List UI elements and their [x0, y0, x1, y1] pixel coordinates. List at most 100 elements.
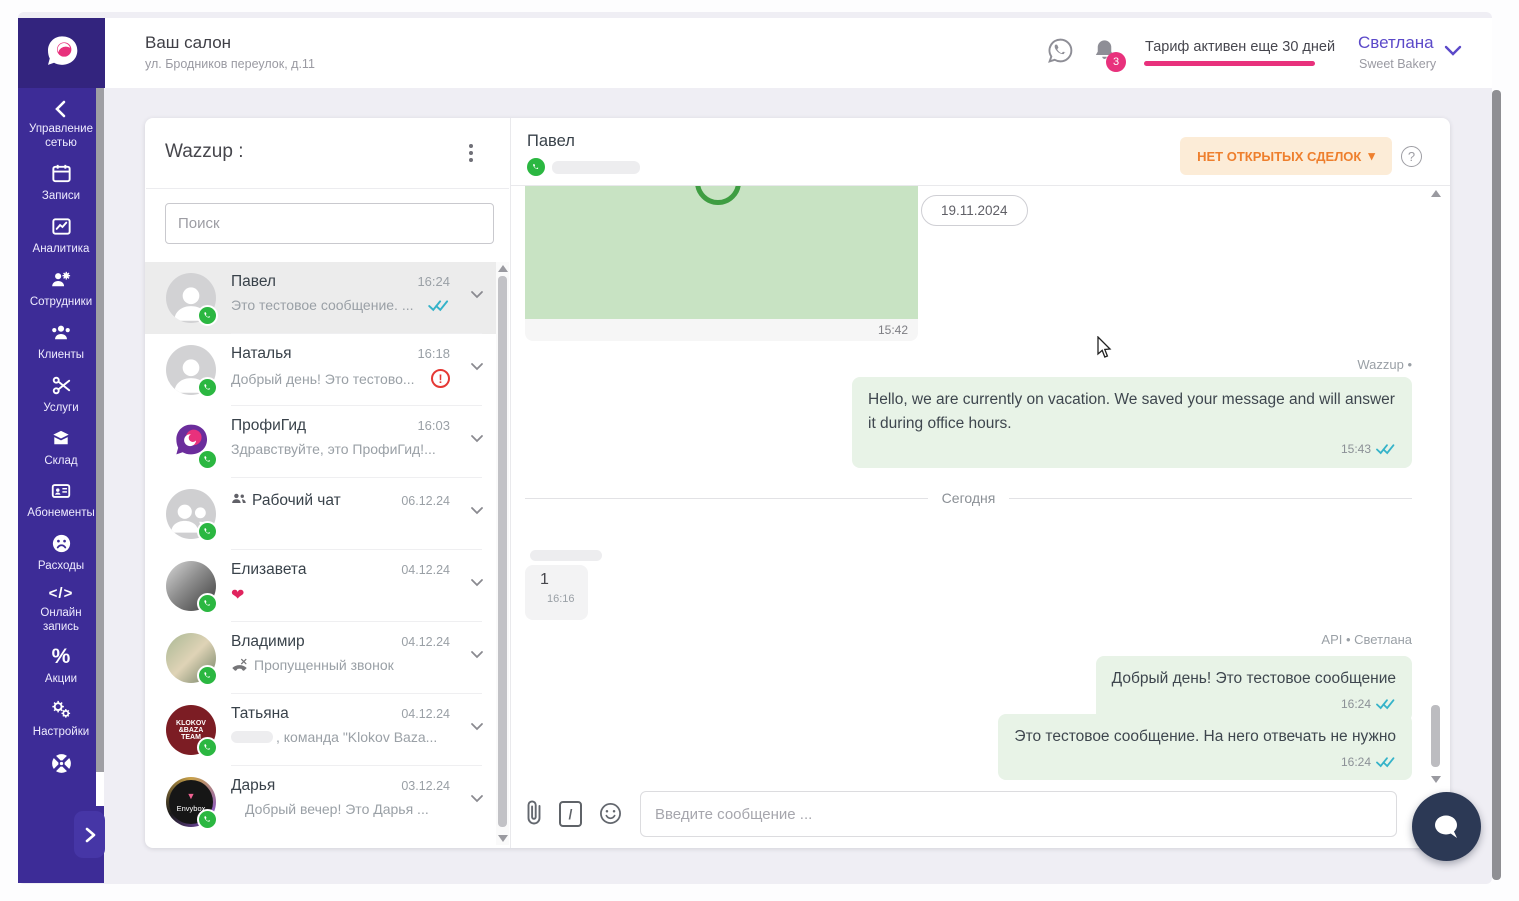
message-text: Это тестовое сообщение. На него отвечать…: [1014, 725, 1396, 749]
app-window: Ваш салон ул. Бродников переулок, д.11 3…: [0, 0, 1519, 901]
read-check-icon: [1376, 443, 1396, 455]
sidebar-item-promotions[interactable]: % Акции: [19, 646, 103, 686]
today-divider: Сегодня: [525, 490, 1412, 506]
sidebar-item-network[interactable]: Управление сетью: [19, 100, 103, 150]
card-icon: [49, 480, 73, 502]
whatsapp-channel-icon: [197, 665, 218, 686]
chat-list-item-darya[interactable]: ▼ Envybox Дарья03.12.24 Добрый вечер! Эт…: [145, 766, 496, 838]
salon-name: Ваш салон: [145, 33, 231, 53]
read-check-icon: [1376, 698, 1396, 710]
chevron-down-icon[interactable]: [470, 650, 484, 659]
chat-list-item-elizaveta[interactable]: Елизавета04.12.24 ❤: [145, 550, 496, 622]
chevron-down-icon[interactable]: [470, 794, 484, 803]
chevron-down-icon[interactable]: [470, 578, 484, 587]
chevron-down-icon[interactable]: [470, 290, 484, 299]
outgoing-message[interactable]: Это тестовое сообщение. На него отвечать…: [998, 714, 1412, 780]
chat-list-item-vladimir[interactable]: Владимир04.12.24 Пропущенный звонок: [145, 622, 496, 694]
message-time: 15:42: [878, 323, 908, 337]
chat-list-item-profigid[interactable]: ПрофиГид16:03 Здравствуйте, это ПрофиГид…: [145, 406, 496, 478]
read-check-icon: [428, 299, 450, 312]
outgoing-message[interactable]: Добрый день! Это тестовое сообщение 16:2…: [1096, 656, 1412, 722]
sidebar-item-records[interactable]: Записи: [19, 162, 103, 203]
redacted-text: [231, 731, 273, 743]
tariff-progress-bar: [1144, 61, 1315, 66]
chat-list-menu-button[interactable]: [462, 142, 480, 164]
search-input[interactable]: [165, 203, 494, 244]
message-time: 16:16: [547, 593, 588, 605]
page-scrollbar[interactable]: [1492, 90, 1501, 880]
message-input[interactable]: [640, 791, 1397, 837]
scroll-up-arrow[interactable]: [1431, 190, 1441, 197]
attach-file-icon[interactable]: [523, 799, 545, 827]
attachment-label: 1: [540, 571, 588, 589]
messages-scrollbar-thumb[interactable]: [1431, 705, 1440, 767]
support-chat-button[interactable]: [1412, 792, 1481, 861]
whatsapp-channel-icon: [197, 593, 218, 614]
sidebar-nav: Управление сетью Записи Аналитика Сотруд…: [18, 88, 104, 883]
image-preview: [525, 186, 918, 319]
integration-title: Wazzup :: [165, 141, 244, 163]
box-icon: [49, 427, 73, 450]
sidebar-item-settings[interactable]: Настройки: [19, 698, 103, 739]
message-time: 15:43: [1341, 437, 1371, 461]
sidebar-item-analytics[interactable]: Аналитика: [19, 215, 103, 256]
app-logo[interactable]: [18, 18, 105, 88]
read-check-icon: [1376, 756, 1396, 768]
user-name[interactable]: Светлана: [1358, 33, 1434, 53]
whatsapp-channel-icon: [197, 305, 218, 326]
message-time: 16:24: [1341, 692, 1371, 716]
missed-call-icon: [231, 658, 248, 672]
sidebar-item-expenses[interactable]: Расходы: [19, 532, 103, 573]
sidebar-item-memberships[interactable]: Абонементы: [19, 480, 103, 520]
whatsapp-icon[interactable]: [1046, 36, 1075, 65]
heart-emoji: ❤: [231, 585, 450, 605]
scroll-down-arrow[interactable]: [1431, 776, 1441, 783]
scroll-down-arrow[interactable]: [498, 835, 508, 842]
calendar-icon: [50, 162, 73, 185]
message-text: Hello, we are currently on vacation. We …: [868, 388, 1396, 436]
chat-list-item-tatyana[interactable]: KLOKOV &BAZA TEAM Татьяна04.12.24 , кома…: [145, 694, 496, 766]
mouse-cursor: [1096, 336, 1113, 360]
chevron-down-icon[interactable]: [470, 362, 484, 371]
sidebar-scrollbar-thumb[interactable]: [96, 88, 104, 772]
whatsapp-channel-icon: [197, 449, 218, 470]
user-menu-chevron-icon[interactable]: [1443, 44, 1463, 58]
message-text: Добрый день! Это тестовое сообщение: [1112, 667, 1396, 691]
whatsapp-channel-icon: [197, 377, 218, 398]
clients-icon: [49, 321, 73, 344]
sidebar-expand-button[interactable]: [74, 811, 105, 858]
chevron-down-icon[interactable]: [470, 722, 484, 731]
panel-divider: [510, 118, 511, 848]
chat-list-item-pavel[interactable]: Павел16:24 Это тестовое сообщение. ...: [145, 262, 496, 334]
send-error-icon: !: [431, 369, 450, 388]
image-message[interactable]: 15:42: [525, 186, 918, 341]
messages-scrollbar[interactable]: [1429, 188, 1442, 785]
salon-address: ул. Бродников переулок, д.11: [145, 57, 315, 71]
group-chat-icon: [231, 492, 247, 505]
redacted-caption: [530, 550, 602, 561]
date-chip: 19.11.2024: [921, 195, 1028, 226]
scissors-icon: [50, 374, 73, 397]
gears-icon: [49, 698, 73, 721]
chat-list-item-natalya[interactable]: Наталья16:18 Добрый день! Это тестово...…: [145, 334, 496, 406]
chat-list-scrollbar-thumb[interactable]: [498, 276, 507, 827]
sidebar-item-staff[interactable]: Сотрудники: [19, 268, 103, 309]
template-message-icon[interactable]: /: [559, 801, 582, 827]
chevron-down-icon[interactable]: [470, 506, 484, 515]
deals-dropdown-button[interactable]: НЕТ ОТКРЫТЫХ СДЕЛОК ▾: [1180, 137, 1392, 175]
scroll-up-arrow[interactable]: [498, 265, 508, 272]
sidebar-item-warehouse[interactable]: Склад: [19, 427, 103, 468]
sidebar-item-services[interactable]: Услуги: [19, 374, 103, 415]
message-time: 16:24: [1341, 750, 1371, 774]
sidebar-item-support[interactable]: [19, 751, 103, 776]
message-sender-label: Wazzup •: [1305, 357, 1412, 372]
chevron-down-icon[interactable]: [470, 434, 484, 443]
emoji-icon[interactable]: [598, 801, 623, 826]
chat-list-item-work-chat[interactable]: Рабочий чат06.12.24: [145, 478, 496, 550]
outgoing-message[interactable]: Hello, we are currently on vacation. We …: [852, 377, 1412, 468]
attachment-message[interactable]: 1 16:16: [525, 565, 588, 620]
notification-badge[interactable]: 3: [1106, 52, 1126, 72]
sidebar-item-online-booking[interactable]: </> Онлайн запись: [19, 585, 103, 634]
sidebar-item-clients[interactable]: Клиенты: [19, 321, 103, 362]
help-icon[interactable]: ?: [1401, 146, 1422, 167]
